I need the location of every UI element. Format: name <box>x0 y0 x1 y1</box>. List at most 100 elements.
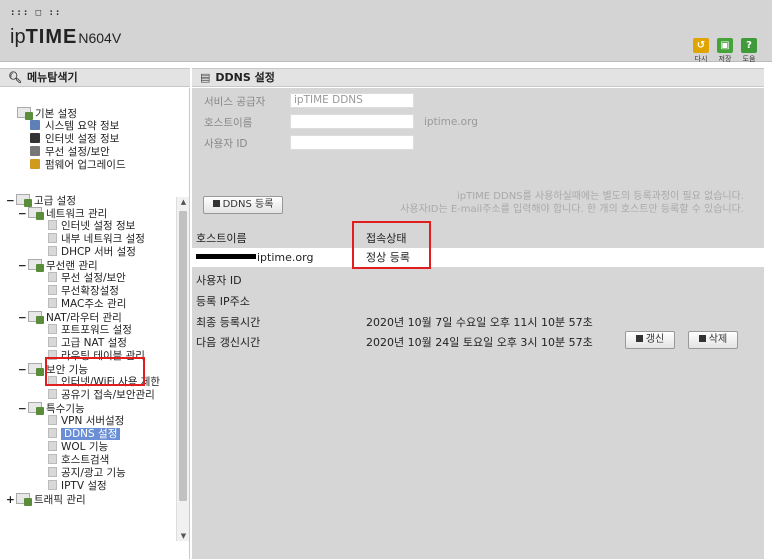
tree-item-internet-setup[interactable]: 인터넷 설정 정보 <box>48 220 135 233</box>
host-input[interactable] <box>290 114 414 129</box>
page-icon <box>48 454 57 464</box>
logo-mark: ::: □ :: <box>10 8 62 18</box>
tree-basic-settings[interactable]: 기본 설정 <box>17 107 77 121</box>
highlight-box-status <box>352 221 431 269</box>
tree-item-wireless-ext[interactable]: 무선확장설정 <box>48 285 119 298</box>
page-icon <box>48 441 57 451</box>
tree-group-special[interactable]: − 특수기능 <box>18 402 85 416</box>
tree-item-iptv[interactable]: IPTV 설정 <box>48 480 107 493</box>
reload-button[interactable]: ↺ 다시 <box>692 38 710 64</box>
redacted-mask <box>196 254 256 259</box>
ddns-table-header: 호스트이름 접속상태 <box>192 230 764 248</box>
logo-bold: TIME <box>25 26 78 48</box>
tree-item-mac[interactable]: MAC주소 관리 <box>48 298 126 311</box>
highlight-box-ddns <box>45 357 145 386</box>
tree-item-dhcp[interactable]: DHCP 서버 설정 <box>48 246 136 259</box>
save-button[interactable]: ▣ 저장 <box>716 38 734 64</box>
tree-item-wol[interactable]: WOL 기능 <box>48 441 108 454</box>
tree-item-lan[interactable]: 내부 네트워크 설정 <box>48 233 145 246</box>
lock-folder-icon <box>28 363 44 376</box>
host-cell: iptime.org <box>196 248 313 267</box>
collapse-icon: − <box>18 208 27 220</box>
logo-model: N604V <box>78 30 122 46</box>
tree-item-wireless[interactable]: 무선 설정/보안 <box>30 146 110 159</box>
tree-item-system-summary[interactable]: 시스템 요약 정보 <box>30 120 119 133</box>
page-icon <box>48 246 57 256</box>
tree-traffic[interactable]: + 트래픽 관리 <box>6 493 86 507</box>
sidebar-titlebar: 🔍︎ 메뉴탐색기 <box>0 68 190 87</box>
tree-item-ddns[interactable]: DDNS 설정 <box>48 428 121 441</box>
scroll-up-icon[interactable]: ▲ <box>177 198 190 206</box>
folder-icon <box>28 259 44 272</box>
tree-item-firmware[interactable]: 펌웨어 업그레이드 <box>30 159 126 172</box>
folder-icon <box>17 107 33 120</box>
notice-line-2: 사용자ID는 E-mail주소를 입력해야 합니다. 한 개의 호스트만 등록할… <box>400 204 744 215</box>
delete-icon <box>698 335 706 342</box>
user-id-input[interactable] <box>290 135 414 150</box>
ddns-panel: 서비스 공급자 ipTIME DDNS 호스트이름 iptime.org 사용자… <box>192 88 764 559</box>
host-label: 호스트이름 <box>204 117 253 129</box>
scroll-down-icon[interactable]: ▼ <box>177 532 190 540</box>
page-icon <box>48 298 57 308</box>
folder-icon <box>16 194 32 207</box>
page-title: DDNS 설정 <box>215 71 275 84</box>
collapse-icon: − <box>18 403 27 415</box>
help-label: 도움 <box>742 55 756 63</box>
tree-item-router-security[interactable]: 공유기 접속/보안관리 <box>48 389 155 402</box>
col-host: 호스트이름 <box>196 232 247 245</box>
page-icon <box>48 467 57 477</box>
renew-icon <box>635 335 643 342</box>
upgrade-icon <box>30 159 40 169</box>
wireless-icon <box>30 146 40 156</box>
folder-icon <box>28 311 44 324</box>
tree-group-network[interactable]: − 네트워크 관리 <box>18 207 107 221</box>
tree-group-wireless[interactable]: − 무선랜 관리 <box>18 259 98 273</box>
sidebar-title: 메뉴탐색기 <box>26 71 78 84</box>
page-icon <box>48 389 57 399</box>
collapse-icon: − <box>18 364 27 376</box>
tree-item-notice[interactable]: 공지/광고 기능 <box>48 467 126 480</box>
page-icon <box>48 285 57 295</box>
delete-button[interactable]: 삭제 <box>688 331 738 349</box>
tree-item-vpn[interactable]: VPN 서버설정 <box>48 415 124 428</box>
ddns-notice: ipTIME DDNS를 사용하실때에는 별도의 등록과정이 필요 없습니다. … <box>400 190 744 216</box>
provider-select[interactable]: ipTIME DDNS <box>290 93 414 108</box>
collapse-icon: − <box>6 195 15 207</box>
tree-item-wireless-security[interactable]: 무선 설정/보안 <box>48 272 126 285</box>
tree-item-portforward[interactable]: 포트포워드 설정 <box>48 324 132 337</box>
page-icon <box>48 220 57 230</box>
reload-label: 다시 <box>694 55 708 63</box>
collapse-icon: − <box>18 312 27 324</box>
page-icon <box>48 272 57 282</box>
renew-button[interactable]: 갱신 <box>625 331 675 349</box>
host-suffix: iptime.org <box>424 116 478 128</box>
folder-icon <box>28 207 44 220</box>
sidebar-scrollbar[interactable]: ▲ ▼ <box>176 197 189 541</box>
expand-icon: + <box>6 494 15 506</box>
page-icon <box>48 337 57 347</box>
tree-group-nat[interactable]: − NAT/라우터 관리 <box>18 311 122 325</box>
chart-icon <box>30 120 40 130</box>
page-icon <box>48 428 57 438</box>
help-button[interactable]: ? 도움 <box>740 38 758 64</box>
save-icon: ▣ <box>717 38 733 53</box>
page-icon <box>48 415 57 425</box>
page-icon: ▤ <box>200 71 211 84</box>
tree-item-internet-info[interactable]: 인터넷 설정 정보 <box>30 133 119 146</box>
menu-explorer: 기본 설정 시스템 요약 정보 인터넷 설정 정보 무선 설정/보안 펌웨어 업… <box>0 88 190 559</box>
ddns-register-button[interactable]: DDNS 등록 <box>203 196 283 214</box>
folder-icon <box>28 402 44 415</box>
folder-icon <box>16 493 32 506</box>
header-bar: ::: □ :: ipTIMEN604V ↺ 다시 ▣ 저장 ? 도움 <box>0 0 772 64</box>
tree-item-host-search[interactable]: 호스트검색 <box>48 454 109 467</box>
scrollbar-thumb[interactable] <box>179 211 187 501</box>
logo: ipTIMEN604V <box>10 26 121 49</box>
collapse-icon: − <box>18 260 27 272</box>
magnifier-icon: 🔍︎ <box>8 71 22 84</box>
help-icon: ? <box>741 38 757 53</box>
logo-prefix: ip <box>10 26 26 48</box>
ddns-table-row: iptime.org 정상 등록 <box>192 248 764 267</box>
tree-item-adv-nat[interactable]: 고급 NAT 설정 <box>48 337 127 350</box>
user-id-label: 사용자 ID <box>204 138 248 150</box>
tree-advanced-settings[interactable]: − 고급 설정 <box>6 194 76 208</box>
